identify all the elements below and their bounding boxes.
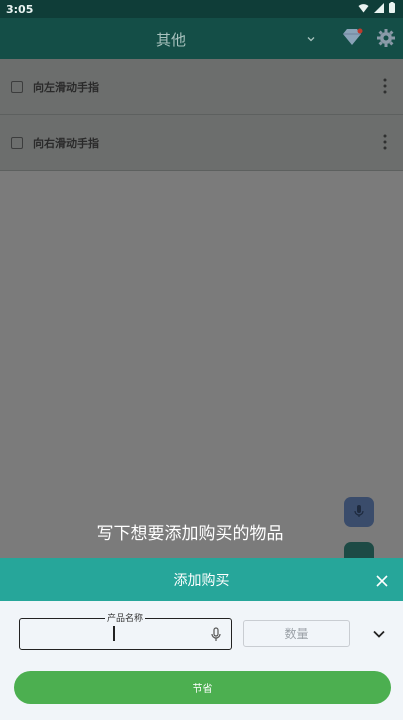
chevron-down-icon[interactable]	[372, 625, 386, 644]
item-label: 向右滑动手指	[33, 137, 99, 150]
item-checkbox[interactable]	[11, 137, 23, 149]
product-name-label: 产品名称	[105, 611, 146, 624]
status-time: 3:05	[6, 3, 34, 16]
status-bar: 3:05	[0, 0, 403, 18]
list-item[interactable]: 向右滑动手指	[0, 115, 403, 171]
more-vert-icon[interactable]	[383, 134, 387, 154]
diamond-icon[interactable]	[341, 28, 363, 50]
list-selector[interactable]: 其他	[0, 29, 342, 50]
close-icon[interactable]	[376, 572, 388, 591]
battery-icon	[389, 2, 395, 16]
shopping-list: 向左滑动手指 向右滑动手指	[0, 59, 403, 171]
save-button[interactable]: 节省	[14, 671, 391, 704]
more-vert-icon[interactable]	[383, 78, 387, 98]
signal-icon	[374, 2, 384, 16]
app-bar: 其他	[0, 18, 403, 59]
item-label: 向左滑动手指	[33, 81, 99, 94]
wifi-icon	[358, 3, 369, 16]
gear-icon[interactable]	[376, 28, 396, 52]
hint-text: 写下想要添加购买的物品	[96, 524, 284, 544]
product-name-input[interactable]	[30, 625, 200, 643]
microphone-icon[interactable]	[210, 627, 222, 646]
sheet-title: 添加购买	[173, 573, 230, 589]
status-icons	[358, 2, 395, 16]
list-item[interactable]: 向左滑动手指	[0, 59, 403, 115]
text-cursor	[113, 626, 115, 641]
chevron-down-icon[interactable]	[305, 30, 317, 49]
product-name-field[interactable]: 产品名称	[19, 611, 232, 650]
add-purchase-header: 添加购买	[0, 558, 403, 601]
item-checkbox[interactable]	[11, 81, 23, 93]
quantity-field[interactable]: 数量	[243, 620, 350, 647]
add-purchase-form: 产品名称 数量 节省	[0, 601, 403, 720]
